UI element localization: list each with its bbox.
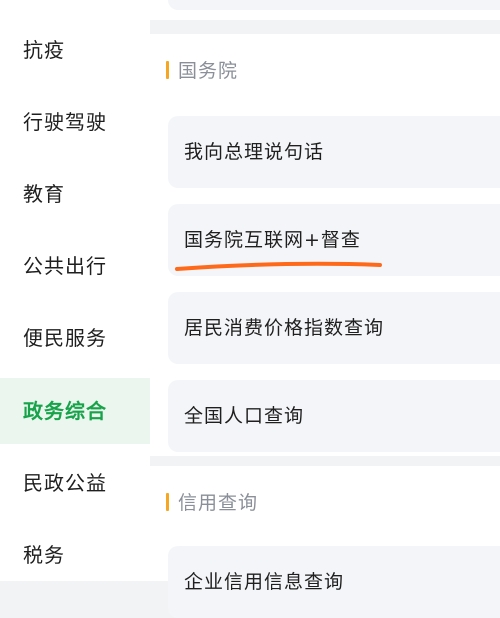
- previous-section-panel: [150, 0, 500, 20]
- service-card-label: 国务院互联网+督查: [184, 229, 361, 251]
- section-accent-bar: [166, 61, 169, 79]
- sidebar-item-government-affairs[interactable]: 政务综合: [0, 378, 150, 444]
- service-card-premier-message[interactable]: 我向总理说句话: [168, 116, 500, 188]
- service-list: 国务院 我向总理说句话 国务院互联网+督查 居民消费价格指数查询 全国人口查询 …: [150, 0, 500, 618]
- service-card-label: 居民消费价格指数查询: [184, 317, 385, 339]
- section-accent-bar: [166, 493, 169, 511]
- service-card-label: 我向总理说句话: [184, 141, 325, 163]
- sidebar-item-education[interactable]: 教育: [0, 162, 150, 226]
- sidebar-item-label: 便民服务: [23, 326, 107, 350]
- service-card-population-query[interactable]: 全国人口查询: [168, 380, 500, 452]
- sidebar-item-convenience-services[interactable]: 便民服务: [0, 306, 150, 370]
- section-credit-query: 信用查询 企业信用信息查询: [150, 466, 500, 618]
- annotation-underline-stroke: [175, 261, 382, 271]
- annotation-underline: [175, 261, 382, 271]
- sidebar-item-label: 民政公益: [23, 471, 107, 495]
- section-title: 信用查询: [166, 488, 258, 515]
- sidebar-item-label: 政务综合: [23, 399, 107, 423]
- service-card-cpi-query[interactable]: 居民消费价格指数查询: [168, 292, 500, 364]
- sidebar-item-label: 教育: [23, 182, 65, 206]
- sidebar-item-label: 税务: [23, 543, 65, 567]
- sidebar-item-label: 抗疫: [23, 38, 65, 62]
- section-title: 国务院: [166, 56, 238, 83]
- service-card-label: 全国人口查询: [184, 405, 305, 427]
- sidebar-item-tax[interactable]: 税务: [0, 523, 150, 587]
- category-sidebar: 抗疫 行驶驾驶 教育 公共出行 便民服务 政务综合 民政公益 税务: [0, 0, 150, 581]
- service-card-enterprise-credit[interactable]: 企业信用信息查询: [168, 546, 500, 618]
- sidebar-item-label: 公共出行: [23, 254, 107, 278]
- sidebar-item-anti-epidemic[interactable]: 抗疫: [0, 18, 150, 82]
- service-card-label: 企业信用信息查询: [184, 571, 345, 593]
- section-state-council: 国务院 我向总理说句话 国务院互联网+督查 居民消费价格指数查询 全国人口查询: [150, 34, 500, 456]
- sidebar-item-driving[interactable]: 行驶驾驶: [0, 90, 150, 154]
- service-card[interactable]: [168, 0, 500, 10]
- sidebar-item-public-transit[interactable]: 公共出行: [0, 234, 150, 298]
- sidebar-item-civil-affairs[interactable]: 民政公益: [0, 451, 150, 515]
- sidebar-item-label: 行驶驾驶: [23, 110, 107, 134]
